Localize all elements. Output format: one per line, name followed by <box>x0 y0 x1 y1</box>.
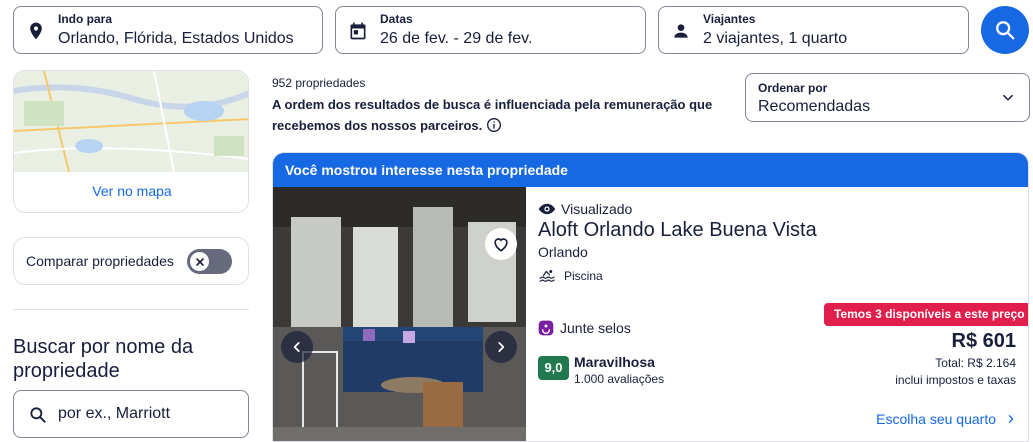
viewed-indicator: Visualizado <box>538 200 632 218</box>
rating-word: Maravilhosa <box>574 354 655 370</box>
dates-label: Datas <box>380 12 413 26</box>
search-button[interactable] <box>981 6 1029 54</box>
search-icon <box>30 407 46 423</box>
map-card[interactable]: Ver no mapa <box>13 70 249 213</box>
previous-photo-button[interactable] <box>281 331 313 363</box>
nightly-price: R$ 601 <box>951 330 1017 352</box>
destination-label: Indo para <box>58 12 113 26</box>
taxes-note: inclui impostos e taxas <box>895 373 1016 387</box>
location-pin-icon <box>30 22 42 40</box>
view-map-link[interactable]: Ver no mapa <box>14 183 248 199</box>
dates-value: 26 de fev. - 29 de fev. <box>380 30 533 47</box>
sort-select[interactable]: Ordenar por Recomendadas <box>745 73 1030 122</box>
results-count: 952 propriedades <box>272 76 366 90</box>
rating-score: 9,0 <box>538 356 569 380</box>
chevron-right-icon <box>1008 415 1014 423</box>
divider <box>13 309 249 310</box>
viewed-label: Visualizado <box>561 201 633 217</box>
name-search-title: Buscar por nome da propriedade <box>13 336 194 382</box>
compare-label: Comparar propriedades <box>26 253 174 269</box>
search-icon <box>996 21 1015 40</box>
choose-room-label: Escolha seu quarto <box>876 411 996 427</box>
next-photo-button[interactable] <box>485 331 517 363</box>
toggle-knob <box>190 252 209 271</box>
travelers-value: 2 viajantes, 1 quarto <box>703 30 848 47</box>
stamps-label: Junte selos <box>560 320 631 336</box>
amenity-pool: Piscina <box>538 269 603 283</box>
property-photo[interactable] <box>273 187 526 441</box>
property-card[interactable]: Você mostrou interesse nesta propriedade <box>272 152 1029 442</box>
total-price: Total: R$ 2.164 <box>935 356 1016 370</box>
amenity-label: Piscina <box>564 269 603 283</box>
sort-label: Ordenar por <box>758 81 828 95</box>
hotel-lounge-image <box>273 187 526 441</box>
stamps-info: Junte selos <box>538 320 631 336</box>
compare-properties: Comparar propriedades <box>13 237 249 285</box>
interest-banner: Você mostrou interesse nesta propriedade <box>273 153 1028 187</box>
calendar-icon <box>350 22 366 40</box>
chevron-right-icon <box>498 342 505 352</box>
person-icon <box>674 24 688 38</box>
favorite-button[interactable] <box>485 228 517 260</box>
availability-badge: Temos 3 disponíveis a este preço <box>824 303 1028 326</box>
destination-value: Orlando, Flórida, Estados Unidos <box>58 30 294 47</box>
eye-icon <box>538 203 556 215</box>
ranking-notice: A ordem dos resultados de busca é influe… <box>272 94 742 136</box>
chevron-left-icon <box>293 342 300 352</box>
map-thumbnail <box>14 71 248 172</box>
property-name-input[interactable] <box>58 403 238 425</box>
stamp-icon <box>538 320 554 336</box>
dates-field[interactable]: Datas 26 de fev. - 29 de fev. <box>335 6 646 54</box>
travelers-label: Viajantes <box>703 12 756 26</box>
property-city: Orlando <box>538 244 588 260</box>
review-count: 1.000 avaliações <box>574 372 665 386</box>
property-name[interactable]: Aloft Orlando Lake Buena Vista <box>538 219 817 242</box>
choose-room-link[interactable]: Escolha seu quarto <box>876 411 1016 427</box>
sort-value: Recomendadas <box>758 98 871 115</box>
destination-field[interactable]: Indo para Orlando, Flórida, Estados Unid… <box>13 6 323 54</box>
property-name-search[interactable] <box>13 390 249 438</box>
compare-toggle[interactable] <box>187 249 232 274</box>
close-icon <box>195 257 204 266</box>
info-icon[interactable] <box>486 117 502 133</box>
pool-icon <box>539 270 555 282</box>
travelers-field[interactable]: Viajantes 2 viajantes, 1 quarto <box>658 6 969 54</box>
heart-icon <box>494 238 508 252</box>
chevron-down-icon <box>1003 94 1013 101</box>
